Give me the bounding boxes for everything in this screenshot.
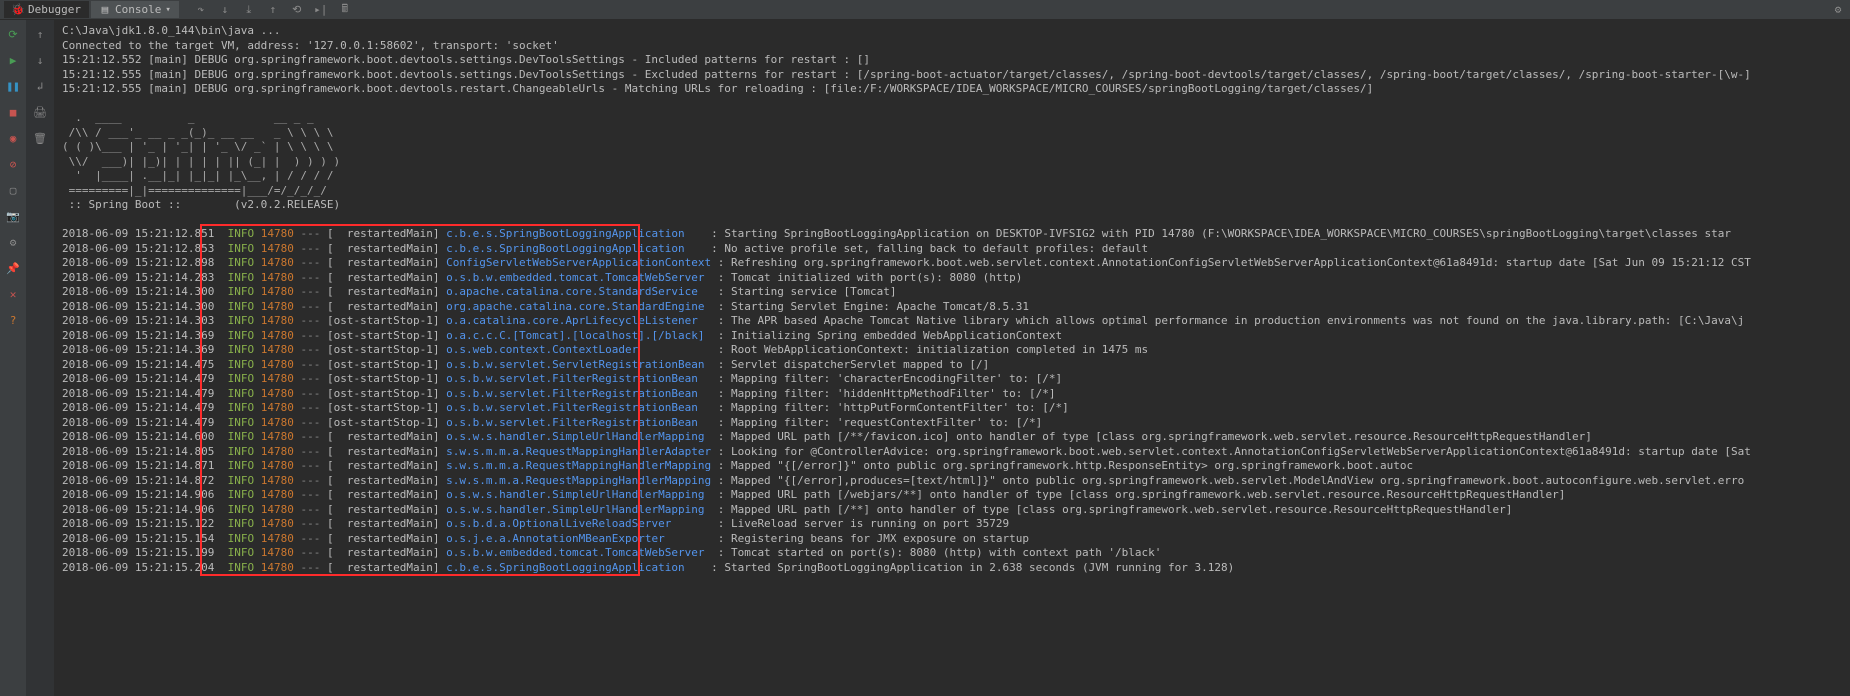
clear-icon[interactable]: 🗑 [32,130,48,146]
debugger-icon: 🐞 [12,4,24,16]
console-line: Connected to the target VM, address: '12… [62,39,1842,54]
scroll-bottom-icon[interactable]: ↓ [32,52,48,68]
console-output[interactable]: C:\Java\jdk1.8.0_144\bin\java ...Connect… [54,20,1850,696]
scroll-top-icon[interactable]: ↑ [32,26,48,42]
log-line: 2018-06-09 15:21:14.479 INFO 14780 --- [… [62,401,1842,416]
log-line: 2018-06-09 15:21:14.303 INFO 14780 --- [… [62,314,1842,329]
print-icon[interactable]: 🖨 [32,104,48,120]
settings-icon[interactable]: ⚙ [5,234,21,250]
spring-ascii-art: . ____ _ __ _ _ /\\ / ___'_ __ _ _(_)_ _… [62,111,1842,198]
mute-breakpoints-icon[interactable]: ⊘ [5,156,21,172]
log-line: 2018-06-09 15:21:14.475 INFO 14780 --- [… [62,358,1842,373]
camera-icon[interactable]: 📷 [5,208,21,224]
log-line: 2018-06-09 15:21:14.479 INFO 14780 --- [… [62,372,1842,387]
log-line: 2018-06-09 15:21:12.898 INFO 14780 --- [… [62,256,1842,271]
log-line: 2018-06-09 15:21:12.853 INFO 14780 --- [… [62,242,1842,257]
log-line: 2018-06-09 15:21:14.871 INFO 14780 --- [… [62,459,1842,474]
drop-frame-icon[interactable]: ⟲ [289,2,305,18]
log-line: 2018-06-09 15:21:14.479 INFO 14780 --- [… [62,387,1842,402]
log-line: 2018-06-09 15:21:14.600 INFO 14780 --- [… [62,430,1842,445]
pause-icon[interactable]: ❚❚ [5,78,21,94]
help-icon[interactable]: ? [5,312,21,328]
spring-boot-version-line: :: Spring Boot :: (v2.0.2.RELEASE) [62,198,1842,213]
force-step-into-icon[interactable]: ⤓ [241,2,257,18]
breakpoints-icon[interactable]: ◉ [5,130,21,146]
layout-icon[interactable]: ▢ [5,182,21,198]
evaluate-icon[interactable]: 🖩 [337,2,353,18]
resume-icon[interactable]: ▶ [5,52,21,68]
top-toolbar: 🐞 Debugger ▤ Console ▾ ↷ ↓ ⤓ ↑ ⟲ ▸| 🖩 ⚙ [0,0,1850,20]
main-area: ⟳ ▶ ❚❚ ■ ◉ ⊘ ▢ 📷 ⚙ 📌 ✕ ? ↑ ↓ ↲ 🖨 🗑 C:\Ja… [0,20,1850,696]
log-line: 2018-06-09 15:21:14.479 INFO 14780 --- [… [62,416,1842,431]
console-line: 15:21:12.555 [main] DEBUG org.springfram… [62,82,1842,97]
log-line: 2018-06-09 15:21:14.369 INFO 14780 --- [… [62,343,1842,358]
log-line: 2018-06-09 15:21:14.872 INFO 14780 --- [… [62,474,1842,489]
log-line: 2018-06-09 15:21:14.906 INFO 14780 --- [… [62,488,1842,503]
toolbar-icons-group: ↷ ↓ ⤓ ↑ ⟲ ▸| 🖩 [193,2,353,18]
log-line: 2018-06-09 15:21:14.300 INFO 14780 --- [… [62,285,1842,300]
step-over-icon[interactable]: ↷ [193,2,209,18]
console-gutter: ↑ ↓ ↲ 🖨 🗑 [26,20,54,696]
close-icon[interactable]: ✕ [5,286,21,302]
log-line: 2018-06-09 15:21:14.906 INFO 14780 --- [… [62,503,1842,518]
stop-icon[interactable]: ■ [5,104,21,120]
rerun-icon[interactable]: ⟳ [5,26,21,42]
step-out-icon[interactable]: ↑ [265,2,281,18]
console-icon: ▤ [99,4,111,16]
log-line: 2018-06-09 15:21:12.851 INFO 14780 --- [… [62,227,1842,242]
console-line: 15:21:12.552 [main] DEBUG org.springfram… [62,53,1842,68]
debug-gutter: ⟳ ▶ ❚❚ ■ ◉ ⊘ ▢ 📷 ⚙ 📌 ✕ ? [0,20,26,696]
gear-icon[interactable]: ⚙ [1830,2,1846,18]
soft-wrap-icon[interactable]: ↲ [32,78,48,94]
tab-debugger[interactable]: 🐞 Debugger [4,1,89,18]
log-line: 2018-06-09 15:21:14.369 INFO 14780 --- [… [62,329,1842,344]
log-line: 2018-06-09 15:21:14.300 INFO 14780 --- [… [62,300,1842,315]
run-to-cursor-icon[interactable]: ▸| [313,2,329,18]
tab-label: Debugger [28,3,81,16]
step-into-icon[interactable]: ↓ [217,2,233,18]
log-line: 2018-06-09 15:21:15.199 INFO 14780 --- [… [62,546,1842,561]
log-line: 2018-06-09 15:21:15.204 INFO 14780 --- [… [62,561,1842,576]
tab-console[interactable]: ▤ Console ▾ [91,1,179,18]
log-line: 2018-06-09 15:21:15.122 INFO 14780 --- [… [62,517,1842,532]
console-line: C:\Java\jdk1.8.0_144\bin\java ... [62,24,1842,39]
console-line: 15:21:12.555 [main] DEBUG org.springfram… [62,68,1842,83]
log-line: 2018-06-09 15:21:15.154 INFO 14780 --- [… [62,532,1842,547]
pin-icon[interactable]: 📌 [5,260,21,276]
dropdown-icon[interactable]: ▾ [165,5,170,15]
log-line: 2018-06-09 15:21:14.283 INFO 14780 --- [… [62,271,1842,286]
tab-label: Console [115,3,161,16]
log-line: 2018-06-09 15:21:14.805 INFO 14780 --- [… [62,445,1842,460]
